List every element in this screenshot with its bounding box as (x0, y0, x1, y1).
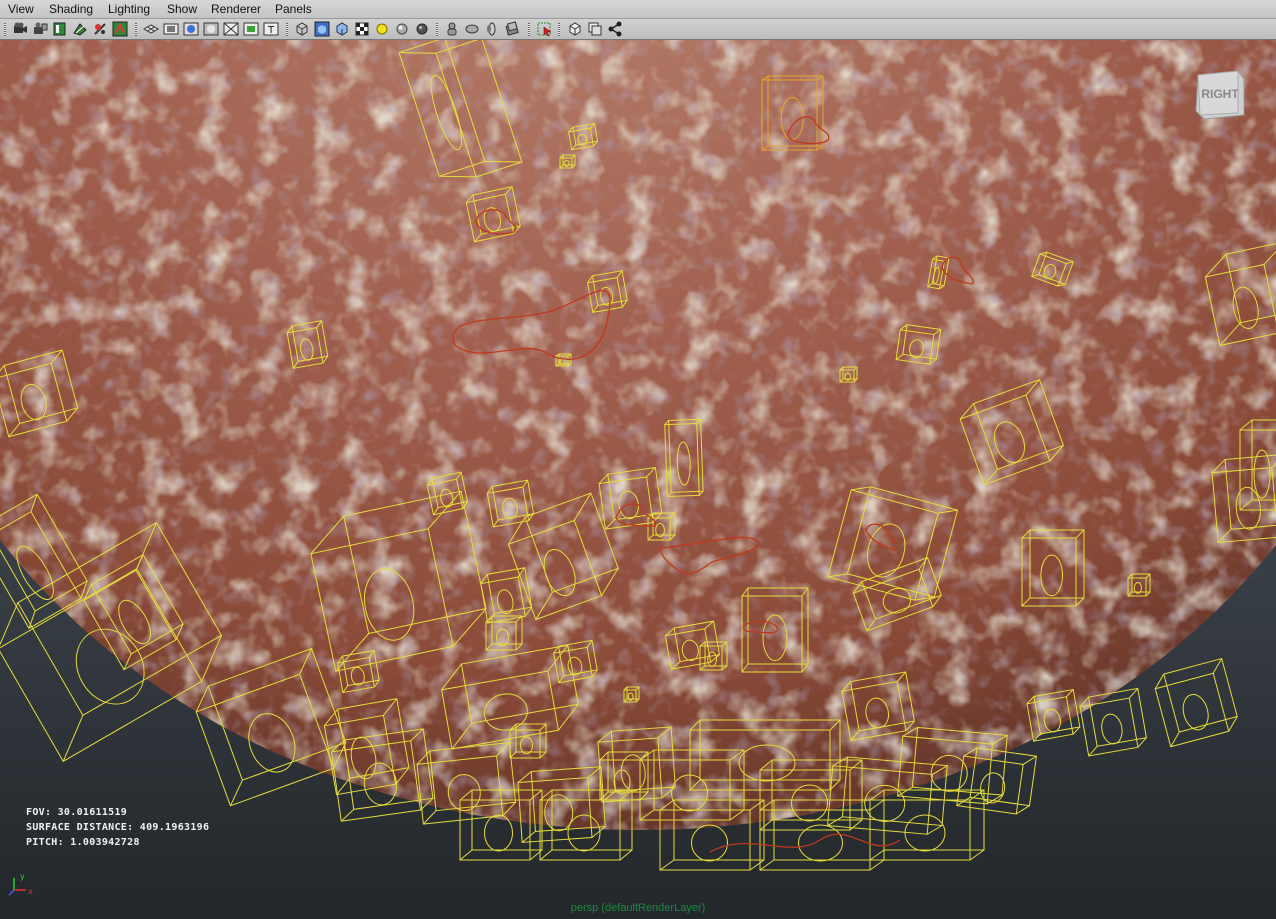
textured-icon[interactable] (354, 21, 370, 37)
safe-action-icon[interactable]: T (263, 21, 279, 37)
wire-box[interactable] (459, 789, 543, 861)
wire-box[interactable] (1152, 657, 1240, 748)
menu-panels[interactable]: Panels (275, 2, 312, 16)
panel-menu-bar: View Shading Lighting Show Renderer Pane… (0, 0, 1276, 19)
3d-viewport[interactable]: FOV: 30.01611519 SURFACE DISTANCE: 409.1… (0, 40, 1276, 919)
wire-box[interactable] (659, 799, 765, 871)
menu-shading[interactable]: Shading (49, 2, 93, 16)
camera-name-label: persp (defaultRenderLayer) (570, 902, 706, 914)
svg-text:T: T (267, 25, 275, 36)
wireframe-on-shaded-icon[interactable] (334, 21, 350, 37)
safe-title-icon[interactable] (243, 21, 259, 37)
menu-view[interactable]: View (8, 2, 34, 16)
smooth-shade-icon[interactable] (314, 21, 330, 37)
backface-culling-icon[interactable] (484, 21, 500, 37)
wire-box[interactable] (759, 799, 885, 871)
xray-icon[interactable] (444, 21, 460, 37)
textured-sphere[interactable] (0, 40, 1276, 830)
use-all-lights-icon[interactable] (374, 21, 390, 37)
ambient-occlusion-icon[interactable] (414, 21, 430, 37)
curve-outline[interactable] (709, 833, 901, 853)
wire-box[interactable] (956, 746, 1038, 815)
view-cube-label: RIGHT (1201, 87, 1239, 101)
toolbar-separator (436, 23, 438, 36)
toolbar-separator (558, 23, 560, 36)
panel-toolbar: T (0, 19, 1276, 40)
two-pane-icon[interactable] (587, 21, 603, 37)
film-gate-icon[interactable] (163, 21, 179, 37)
wire-box[interactable] (1079, 687, 1148, 757)
bookmarks-icon[interactable] (72, 21, 88, 37)
node-editor-icon[interactable] (607, 21, 623, 37)
menu-renderer[interactable]: Renderer (211, 2, 261, 16)
resolution-gate-icon[interactable] (183, 21, 199, 37)
hud-pitch: PITCH: 1.003942728 (26, 837, 140, 848)
camera-attributes-icon[interactable] (52, 21, 68, 37)
hud-fov: FOV: 30.01611519 (26, 807, 128, 818)
menu-lighting[interactable]: Lighting (108, 2, 150, 16)
toolbar-separator (4, 23, 6, 36)
axis-gizmo: y x (8, 872, 33, 896)
grid-icon[interactable] (143, 21, 159, 37)
toolbar-separator (286, 23, 288, 36)
scene-canvas[interactable] (0, 40, 1276, 919)
smooth-wireframe-icon[interactable] (504, 21, 520, 37)
isolate-select-icon[interactable] (537, 21, 553, 37)
toolbar-separator (528, 23, 530, 36)
view-cube[interactable]: RIGHT (1194, 69, 1246, 121)
single-pane-icon[interactable] (567, 21, 583, 37)
xray-joints-icon[interactable] (464, 21, 480, 37)
gate-mask-icon[interactable] (203, 21, 219, 37)
lock-camera-icon[interactable] (32, 21, 48, 37)
shadows-icon[interactable] (394, 21, 410, 37)
field-chart-icon[interactable] (223, 21, 239, 37)
axis-x-label: x (28, 887, 33, 896)
maya-viewport-panel: View Shading Lighting Show Renderer Pane… (0, 0, 1276, 919)
menu-show[interactable]: Show (167, 2, 197, 16)
wireframe-icon[interactable] (294, 21, 310, 37)
hud-surface-distance: SURFACE DISTANCE: 409.1963196 (26, 822, 210, 833)
2d-pan-zoom-icon[interactable] (112, 21, 128, 37)
toolbar-separator (135, 23, 137, 36)
select-camera-icon[interactable] (12, 21, 28, 37)
wire-box[interactable] (869, 789, 985, 861)
image-plane-icon[interactable] (92, 21, 108, 37)
axis-y-label: y (20, 872, 25, 881)
